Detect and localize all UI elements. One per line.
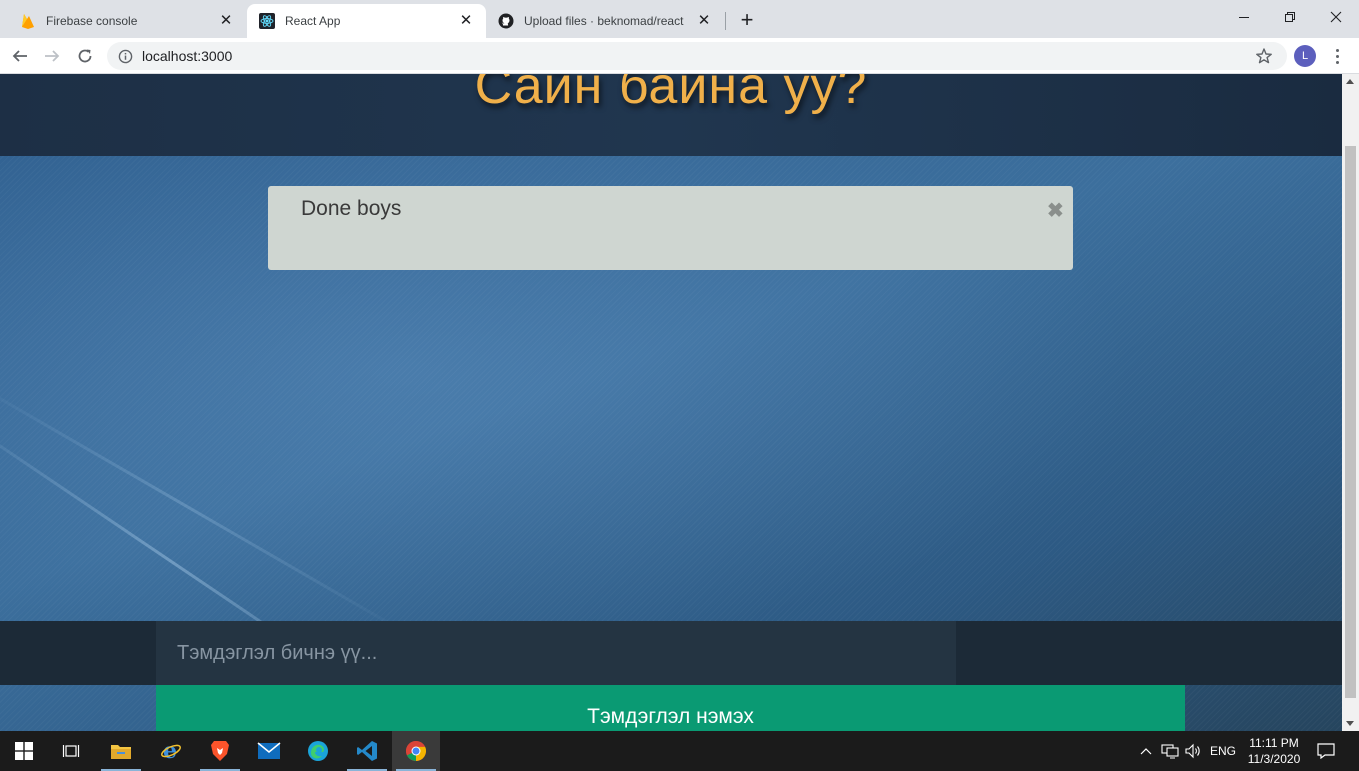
back-button[interactable]	[6, 42, 34, 70]
arrow-right-icon	[45, 50, 60, 62]
note-input-bar	[0, 621, 1342, 685]
profile-avatar[interactable]: L	[1294, 45, 1316, 67]
start-icon[interactable]	[0, 731, 48, 771]
note-card: Done boys ✖	[268, 186, 1073, 270]
url-text: localhost:3000	[142, 48, 233, 64]
internet-explorer-icon[interactable]: e	[147, 731, 195, 771]
tab-firebase-console[interactable]: Firebase console ✕	[8, 4, 246, 38]
scroll-up-icon[interactable]	[1346, 79, 1354, 84]
github-icon	[498, 13, 514, 29]
windows-taskbar: e ENG 11:11 PM 11/3/2020	[0, 731, 1359, 771]
add-note-button[interactable]: Тэмдэглэл нэмэх	[156, 685, 1185, 731]
close-window-button[interactable]	[1313, 0, 1359, 34]
new-tab-button[interactable]: +	[734, 8, 760, 34]
network-icon[interactable]	[1159, 731, 1181, 771]
close-icon[interactable]: ✕	[696, 13, 712, 29]
info-icon[interactable]	[117, 48, 133, 64]
browser-tab-bar: Firebase console ✕ React App ✕ Upload fi…	[0, 0, 1359, 38]
page-scrollbar[interactable]	[1342, 74, 1359, 731]
vscode-icon[interactable]	[343, 731, 391, 771]
chrome-icon[interactable]	[392, 731, 440, 771]
restore-button[interactable]	[1267, 0, 1313, 34]
tab-separator	[725, 12, 726, 30]
tab-react-app[interactable]: React App ✕	[247, 4, 486, 38]
address-bar[interactable]: localhost:3000	[107, 42, 1287, 70]
system-clock[interactable]: 11:11 PM 11/3/2020	[1240, 735, 1308, 767]
language-indicator[interactable]: ENG	[1207, 731, 1239, 771]
tab-upload-files[interactable]: Upload files · beknomad/react ✕	[486, 4, 724, 38]
note-input[interactable]	[156, 621, 956, 685]
tab-title: Firebase console	[46, 14, 138, 28]
delete-note-icon[interactable]: ✖	[1047, 201, 1064, 221]
brave-icon[interactable]	[196, 731, 244, 771]
scroll-down-icon[interactable]	[1346, 721, 1354, 726]
browser-menu-icon[interactable]	[1330, 45, 1344, 67]
page-title: Сайн байна уу?	[474, 74, 868, 115]
task-view-icon[interactable]	[47, 731, 95, 771]
firebase-icon	[20, 13, 36, 29]
reload-button[interactable]	[71, 42, 99, 70]
close-icon[interactable]: ✕	[458, 13, 474, 29]
react-icon	[259, 13, 275, 29]
forward-button[interactable]	[38, 42, 66, 70]
clock-date: 11/3/2020	[1247, 752, 1301, 766]
chevron-up-icon[interactable]	[1137, 731, 1155, 771]
background-streak	[0, 374, 412, 637]
edge-icon[interactable]	[294, 731, 342, 771]
browser-toolbar: localhost:3000	[0, 38, 1359, 74]
clock-time: 11:11 PM	[1249, 736, 1299, 750]
page-header: Сайн байна уу?	[0, 74, 1342, 156]
bookmark-star-icon[interactable]	[1255, 47, 1273, 65]
tab-title: React App	[285, 14, 341, 28]
page-viewport: Сайн байна уу? Done boys ✖ Тэмдэглэл нэм…	[0, 74, 1342, 731]
tab-title: Upload files · beknomad/react	[524, 14, 684, 28]
mail-icon[interactable]	[245, 731, 293, 771]
file-explorer-icon[interactable]	[97, 731, 145, 771]
minimize-button[interactable]	[1221, 0, 1267, 34]
close-icon[interactable]: ✕	[218, 13, 234, 29]
arrow-left-icon	[12, 50, 27, 62]
svg-text:e: e	[163, 740, 177, 762]
reload-icon	[78, 49, 92, 63]
notifications-icon[interactable]	[1313, 731, 1339, 771]
scrollbar-thumb[interactable]	[1345, 146, 1356, 698]
note-text: Done boys	[301, 197, 402, 220]
volume-icon[interactable]	[1183, 731, 1203, 771]
